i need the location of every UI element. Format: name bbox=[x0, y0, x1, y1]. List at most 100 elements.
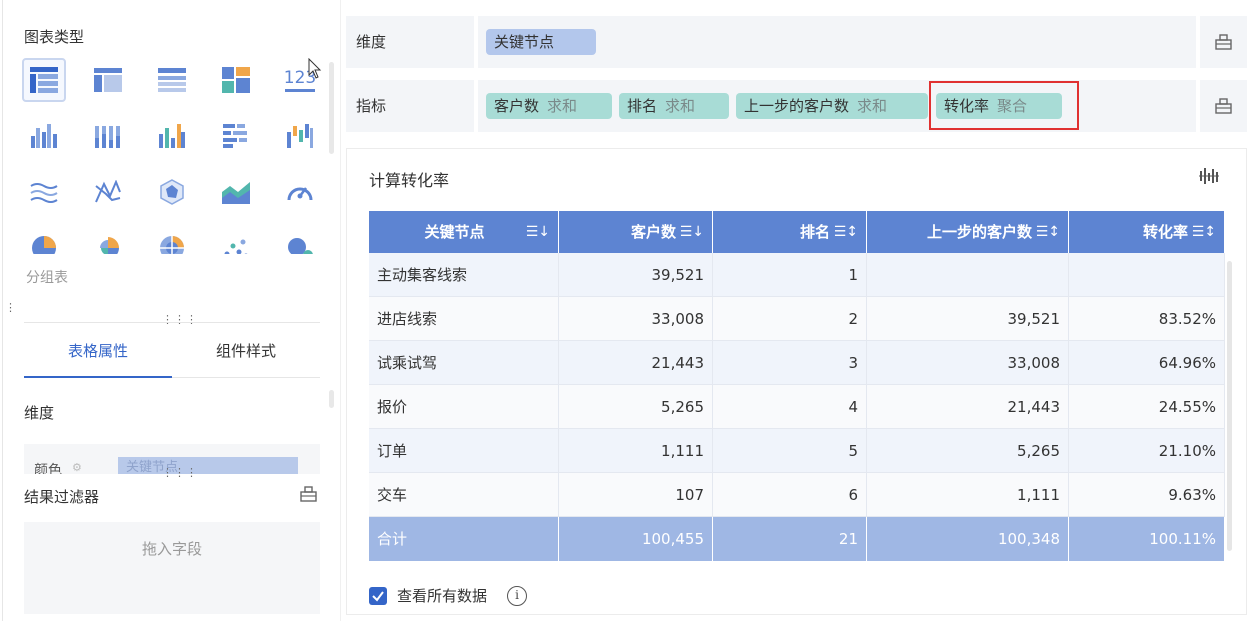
waterfall-icon[interactable] bbox=[278, 114, 322, 158]
area-chart-icon[interactable] bbox=[214, 170, 258, 214]
table-cell: 主动集客线索 bbox=[369, 253, 559, 297]
sunburst-icon[interactable] bbox=[150, 226, 194, 254]
table-row: 报价 5,265 4 21,443 24.55% bbox=[369, 385, 1225, 429]
total-cell: 100,348 bbox=[867, 517, 1069, 561]
panel-resize-handle[interactable]: ⋮ bbox=[5, 302, 16, 313]
rose-chart-icon[interactable] bbox=[86, 226, 130, 254]
metric-pill-prev-customers[interactable]: 上一步的客户数 求和 bbox=[736, 93, 928, 119]
widget-title: 计算转化率 bbox=[369, 171, 450, 190]
dimension-pill[interactable]: 关键节点 bbox=[486, 29, 596, 55]
metric-pill-agg: 求和 bbox=[665, 97, 696, 115]
total-cell: 合计 bbox=[369, 517, 559, 561]
table-detail-icon[interactable] bbox=[22, 58, 66, 102]
column-header[interactable]: 客户数 ☰↓ bbox=[559, 211, 713, 253]
gauge-icon[interactable] bbox=[278, 170, 322, 214]
column-header[interactable]: 转化率 ☰↕ bbox=[1069, 211, 1225, 253]
filter-settings-icon[interactable] bbox=[300, 486, 317, 506]
gear-icon[interactable]: ⚙ bbox=[72, 461, 82, 474]
metric-field-row: 指标 客户数 求和 排名 求和 上一步的客户数 求和 转化率 聚合 bbox=[346, 80, 1247, 132]
table-cell: 107 bbox=[559, 473, 713, 517]
scatter-icon[interactable] bbox=[214, 226, 258, 254]
table-cell: 4 bbox=[713, 385, 867, 429]
left-panel: 图表类型 123 分组表 ⋮ ⋮⋮⋮ 表格属性 组件样式 维度 颜色 ⚙ 关键节… bbox=[0, 0, 340, 621]
table-cell: 39,521 bbox=[867, 297, 1069, 341]
sort-icon[interactable]: ☰↕ bbox=[1036, 211, 1060, 253]
view-all-checkbox[interactable] bbox=[369, 587, 387, 605]
column-header-label: 排名 bbox=[799, 223, 830, 241]
table-cell: 6 bbox=[713, 473, 867, 517]
radar-icon[interactable] bbox=[150, 170, 194, 214]
table-cell: 5,265 bbox=[867, 429, 1069, 473]
column-header[interactable]: 排名 ☰↕ bbox=[713, 211, 867, 253]
table-cell: 39,521 bbox=[559, 253, 713, 297]
chart-type-hover-label: 分组表 bbox=[26, 270, 68, 286]
table-scrollbar[interactable] bbox=[1227, 261, 1232, 551]
table-total-row: 合计 100,455 21 100,348 100.11% bbox=[369, 517, 1225, 561]
metric-drop-area[interactable]: 客户数 求和 排名 求和 上一步的客户数 求和 转化率 聚合 bbox=[478, 80, 1196, 132]
table-cell: 2 bbox=[713, 297, 867, 341]
table-header-row: 关键节点 ☰↓ 客户数 ☰↓ 排名 ☰↕ 上一步的客户数 ☰↕ 转化率 ☰↕ bbox=[369, 211, 1225, 255]
column-header[interactable]: 上一步的客户数 ☰↕ bbox=[867, 211, 1069, 253]
column-header-label: 上一步的客户数 bbox=[926, 223, 1032, 241]
metric-pill-customers[interactable]: 客户数 求和 bbox=[486, 93, 612, 119]
table-row: 主动集客线索 39,521 1 bbox=[369, 253, 1225, 297]
tab-component-style[interactable]: 组件样式 bbox=[172, 330, 320, 378]
bar-horizontal-icon[interactable] bbox=[214, 114, 258, 158]
table-cell: 1 bbox=[713, 253, 867, 297]
dimension-section-label: 维度 bbox=[24, 404, 55, 422]
table-cell: 5,265 bbox=[559, 385, 713, 429]
table-cell: 21,443 bbox=[559, 341, 713, 385]
table-cell: 5 bbox=[713, 429, 867, 473]
table-cell: 9.63% bbox=[1069, 473, 1225, 517]
table-cross-icon[interactable] bbox=[86, 58, 130, 102]
bubble-icon[interactable] bbox=[278, 226, 322, 254]
table-row: 订单 1,111 5 5,265 21.10% bbox=[369, 429, 1225, 473]
metric-pill-agg: 求和 bbox=[547, 97, 578, 115]
property-scrollbar[interactable] bbox=[329, 390, 334, 408]
section-drag-handle-bottom[interactable]: ⋮⋮⋮ bbox=[162, 467, 198, 478]
tab-table-properties[interactable]: 表格属性 bbox=[24, 330, 172, 378]
table-cell: 21.10% bbox=[1069, 429, 1225, 473]
table-cell: 83.52% bbox=[1069, 297, 1225, 341]
metric-settings-icon[interactable] bbox=[1200, 80, 1247, 132]
table-cell: 报价 bbox=[369, 385, 559, 429]
line-wave-icon[interactable] bbox=[22, 170, 66, 214]
filter-drop-zone[interactable]: 拖入字段 bbox=[24, 522, 320, 614]
sort-icon[interactable]: ☰↕ bbox=[1192, 211, 1216, 253]
total-cell: 100.11% bbox=[1069, 517, 1225, 561]
sort-icon[interactable]: ☰↓ bbox=[526, 211, 550, 253]
column-header-label: 客户数 bbox=[630, 223, 676, 241]
table-cell: 33,008 bbox=[559, 297, 713, 341]
panel-edge bbox=[2, 0, 3, 621]
dimension-field-row: 维度 关键节点 bbox=[346, 16, 1247, 68]
grouped-bar-icon[interactable] bbox=[22, 114, 66, 158]
dimension-drop-area[interactable]: 关键节点 bbox=[478, 16, 1196, 68]
table-cell: 24.55% bbox=[1069, 385, 1225, 429]
column-header[interactable]: 关键节点 ☰↓ bbox=[369, 211, 559, 253]
color-label: 颜色 bbox=[34, 463, 62, 474]
result-filter-title: 结果过滤器 bbox=[24, 488, 100, 506]
multi-column-icon[interactable] bbox=[150, 114, 194, 158]
chart-switch-icon[interactable] bbox=[1199, 167, 1219, 189]
view-all-label[interactable]: 查看所有数据 bbox=[397, 585, 487, 607]
dimension-settings-icon[interactable] bbox=[1200, 16, 1247, 68]
table-group-icon[interactable] bbox=[150, 58, 194, 102]
metric-pill-name: 上一步的客户数 bbox=[744, 97, 850, 115]
mouse-cursor-icon bbox=[308, 57, 322, 84]
metric-pill-agg: 求和 bbox=[857, 97, 888, 115]
color-field-pill[interactable]: 关键节点 bbox=[118, 457, 298, 474]
metric-pill-name: 客户数 bbox=[494, 97, 540, 115]
info-icon[interactable]: i bbox=[507, 586, 527, 606]
column-header-label: 关键节点 bbox=[424, 223, 485, 241]
pie-chart-icon[interactable] bbox=[22, 226, 66, 254]
sort-icon[interactable]: ☰↕ bbox=[834, 211, 858, 253]
radar-line-icon[interactable] bbox=[86, 170, 130, 214]
metric-pill-rank[interactable]: 排名 求和 bbox=[619, 93, 729, 119]
chart-grid-scrollbar[interactable] bbox=[329, 62, 334, 154]
stacked-column-icon[interactable] bbox=[86, 114, 130, 158]
table-cell bbox=[1069, 253, 1225, 297]
total-cell: 100,455 bbox=[559, 517, 713, 561]
table-card-icon[interactable] bbox=[214, 58, 258, 102]
sort-icon[interactable]: ☰↓ bbox=[680, 211, 704, 253]
table-cell: 33,008 bbox=[867, 341, 1069, 385]
